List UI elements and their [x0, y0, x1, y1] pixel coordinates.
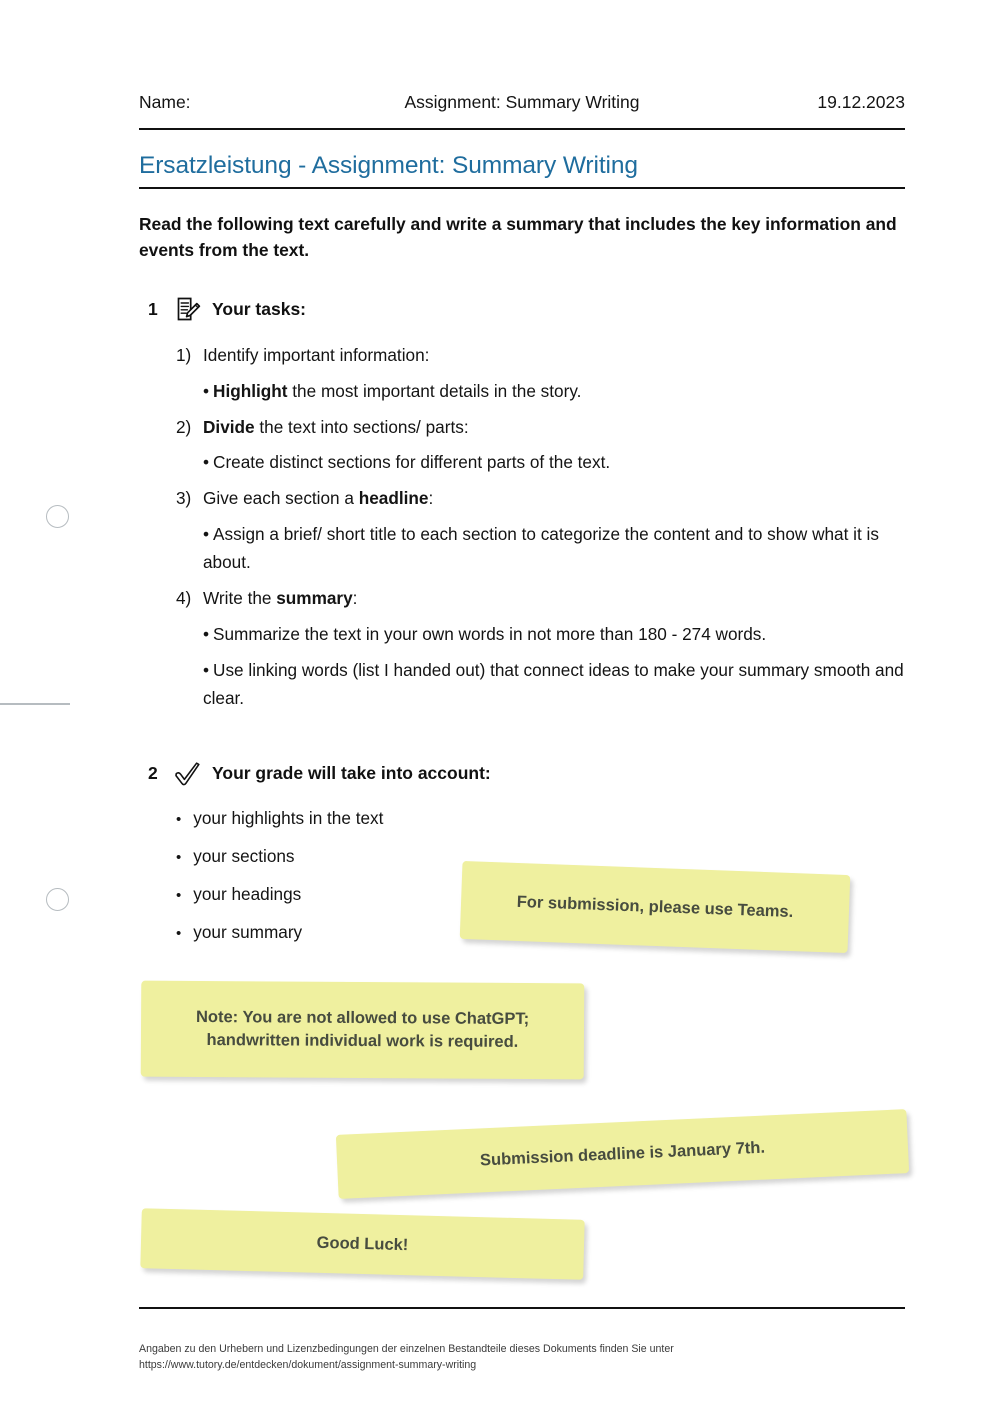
section-1-heading: 1 Your tasks:: [148, 294, 306, 324]
document-pencil-icon: [173, 294, 203, 324]
section-2-heading: 2 Your grade will take into account:: [148, 758, 491, 788]
sticky-note-text: Good Luck!: [316, 1233, 409, 1254]
subbullet-text: the most important details in the story.: [287, 380, 582, 401]
section-1-number: 1: [148, 298, 158, 319]
sticky-note-text: For submission, please use Teams.: [516, 892, 794, 921]
task-item: 3) Give each section a headline: • Assign…: [176, 486, 911, 577]
footer-line-1: Angaben zu den Urhebern und Lizenzbeding…: [139, 1343, 674, 1355]
task-subbullet: • Create distinct sections for different …: [203, 449, 911, 477]
subbullet-text: Summarize the text in your own words in …: [213, 623, 767, 644]
punch-hole-icon: [46, 505, 69, 528]
bullet-dot: •: [176, 811, 182, 828]
footer-line-2: https://www.tutory.de/entdecken/dokument…: [139, 1359, 477, 1372]
bullet-dot: •: [176, 925, 182, 942]
task-list: 1) Identify important information: • High…: [176, 343, 911, 722]
subbullet-dot: •: [203, 660, 210, 681]
task-text: Give each section a headline:: [203, 488, 434, 509]
task-bold-term: summary: [276, 587, 353, 608]
task-bold-term: Divide: [203, 416, 255, 437]
header-divider: [139, 128, 905, 130]
page-title: Ersatzleistung - Assignment: Summary Wri…: [139, 152, 638, 179]
task-subbullet: • Assign a brief/ short title to each sec…: [203, 521, 911, 577]
header-assignment-title: Assignment: Summary Writing: [404, 92, 640, 112]
task-number: 3): [176, 488, 192, 509]
intro-instruction: Read the following text carefully and wr…: [139, 214, 897, 261]
subbullet-text: Use linking words (list I handed out) th…: [203, 660, 904, 709]
section-2-label: Your grade will take into account:: [212, 762, 491, 783]
task-text: Divide the text into sections/ parts:: [203, 416, 469, 437]
list-item-label: your sections: [193, 846, 295, 866]
sticky-note-line-2: handwritten individual work is required.: [206, 1031, 519, 1051]
task-text: Write the summary:: [203, 587, 358, 608]
subbullet-bold: Highlight: [213, 380, 288, 401]
list-item: • your highlights in the text: [176, 808, 596, 829]
task-item: 1) Identify important information: • High…: [176, 343, 911, 406]
worksheet-page: Name: Assignment: Summary Writing 19.12.…: [0, 0, 1000, 1416]
subbullet-text: Create distinct sections for different p…: [213, 452, 611, 473]
task-subbullet: • Summarize the text in your own words in…: [203, 621, 911, 649]
checkmark-icon: [173, 758, 203, 788]
footer-attribution: Angaben zu den Urhebern und Lizenzbeding…: [139, 1341, 909, 1374]
subbullet-text: Assign a brief/ short title to each sect…: [203, 524, 879, 572]
task-number: 1): [176, 345, 192, 365]
sticky-note-text: Submission deadline is January 7th.: [479, 1138, 766, 1170]
sticky-note-teams: For submission, please use Teams.: [459, 860, 851, 954]
punch-hole-icon: [46, 888, 69, 911]
sticky-note-chatgpt: Note: You are not allowed to use ChatGPT…: [140, 980, 585, 1080]
sticky-note-goodluck: Good Luck!: [140, 1208, 585, 1280]
task-text: Identify important information:: [203, 345, 430, 365]
list-item-label: your summary: [193, 922, 303, 942]
sticky-note-deadline: Submission deadline is January 7th.: [335, 1109, 910, 1199]
task-item: 2) Divide the text into sections/ parts:…: [176, 415, 911, 478]
task-bold-term: headline: [358, 488, 429, 509]
section-1-label: Your tasks:: [212, 298, 307, 319]
page-header: Name: Assignment: Summary Writing 19.12.…: [139, 92, 905, 113]
task-item: 4) Write the summary: • Summarize the tex…: [176, 586, 911, 713]
subbullet-dot: •: [203, 623, 210, 644]
task-number: 2): [176, 416, 192, 437]
subbullet-dot: •: [203, 452, 210, 473]
subbullet-dot: •: [203, 380, 210, 401]
fold-mark-line: [0, 703, 70, 705]
sticky-note-text: Note: You are not allowed to use ChatGPT…: [196, 1006, 529, 1054]
task-subbullet: • Use linking words (list I handed out) t…: [203, 657, 911, 713]
sticky-note-line-1: Note: You are not allowed to use ChatGPT…: [195, 1008, 530, 1029]
list-item-label: your highlights in the text: [193, 808, 384, 828]
title-divider: [139, 187, 905, 189]
footer-divider: [139, 1307, 905, 1309]
task-subbullet: • Highlight the most important details in…: [203, 378, 911, 406]
bullet-dot: •: [176, 887, 182, 904]
subbullet-dot: •: [203, 524, 210, 545]
section-2-number: 2: [148, 762, 158, 783]
task-number: 4): [176, 587, 192, 608]
list-item-label: your headings: [193, 884, 302, 904]
bullet-dot: •: [176, 849, 182, 866]
